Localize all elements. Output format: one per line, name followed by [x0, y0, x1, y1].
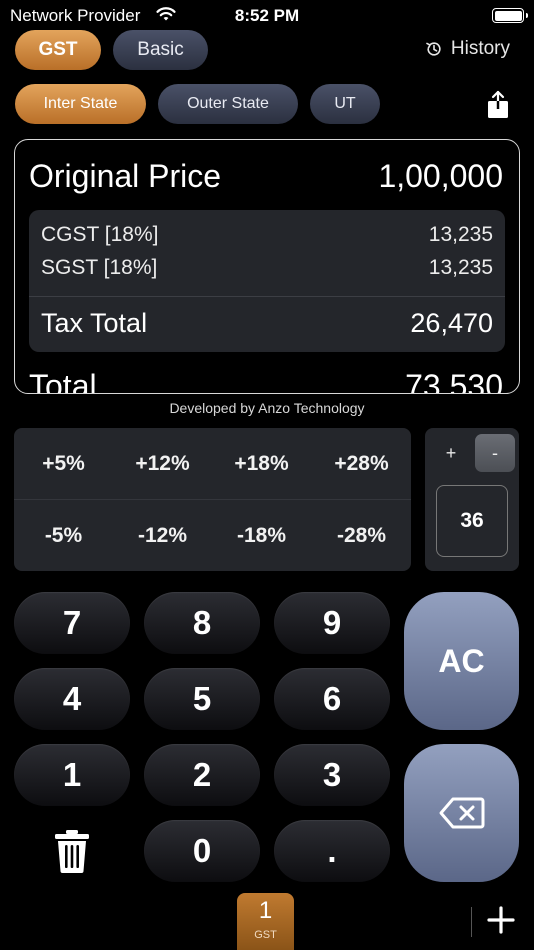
- cgst-value: 13,235: [428, 223, 493, 246]
- key-0[interactable]: 0: [144, 820, 260, 882]
- tax-total-value: 26,470: [410, 308, 493, 338]
- plus-icon[interactable]: [486, 905, 516, 935]
- battery-icon: [492, 8, 528, 23]
- key-9[interactable]: 9: [274, 592, 390, 654]
- total-value: 73,530: [405, 368, 503, 394]
- status-bar: Network Provider 8:52 PM: [0, 0, 534, 30]
- original-price-value: 1,00,000: [378, 158, 503, 194]
- history-button[interactable]: History: [425, 38, 510, 60]
- sgst-label: SGST [18%]: [41, 256, 158, 279]
- key-6[interactable]: 6: [274, 668, 390, 730]
- original-price-row: Original Price 1,00,000: [29, 158, 503, 195]
- backspace-button[interactable]: [404, 744, 519, 882]
- outer-state-button[interactable]: Outer State: [158, 84, 298, 124]
- add-5-percent-button[interactable]: +5%: [14, 428, 113, 499]
- sub-28-percent-button[interactable]: -28%: [312, 500, 411, 571]
- price-summary-panel: Original Price 1,00,000 CGST [18%] 13,23…: [14, 139, 520, 394]
- tab-number: 1: [258, 897, 273, 924]
- all-clear-button[interactable]: AC: [404, 592, 519, 730]
- tab-label: GST: [254, 929, 277, 941]
- trash-icon[interactable]: [54, 829, 90, 873]
- add-28-percent-button[interactable]: +28%: [312, 428, 411, 499]
- divider: [29, 296, 505, 297]
- share-icon[interactable]: [486, 90, 510, 120]
- tax-breakdown: CGST [18%] 13,235 SGST [18%] 13,235 Tax …: [29, 210, 505, 352]
- total-row: Total 73,530: [29, 368, 503, 394]
- original-price-label: Original Price: [29, 158, 222, 194]
- sgst-value: 13,235: [428, 256, 493, 279]
- tax-total-label: Tax Total: [41, 308, 148, 338]
- developer-credit: Developed by Anzo Technology: [169, 400, 365, 416]
- sub-18-percent-button[interactable]: -18%: [212, 500, 311, 571]
- gst-mode-button[interactable]: GST: [15, 30, 101, 70]
- total-label: Total: [29, 368, 97, 394]
- sgst-row: SGST [18%] 13,235: [41, 256, 493, 280]
- key-4[interactable]: 4: [14, 668, 130, 730]
- history-label: History: [450, 38, 510, 59]
- key-8[interactable]: 8: [144, 592, 260, 654]
- basic-mode-button[interactable]: Basic: [113, 30, 208, 70]
- calculator-tab[interactable]: 1 GST: [237, 893, 294, 950]
- key-1[interactable]: 1: [14, 744, 130, 806]
- backspace-icon: [439, 797, 484, 829]
- key-5[interactable]: 5: [144, 668, 260, 730]
- key-7[interactable]: 7: [14, 592, 130, 654]
- cgst-label: CGST [18%]: [41, 223, 159, 246]
- sub-5-percent-button[interactable]: -5%: [14, 500, 113, 571]
- custom-rate-panel: + - 36: [425, 428, 519, 571]
- add-12-percent-button[interactable]: +12%: [113, 428, 212, 499]
- sub-12-percent-button[interactable]: -12%: [113, 500, 212, 571]
- clock: 8:52 PM: [234, 6, 300, 25]
- custom-rate-plus-button[interactable]: +: [431, 434, 471, 472]
- inter-state-button[interactable]: Inter State: [15, 84, 146, 124]
- percent-grid: +5% +12% +18% +28% -5% -12% -18% -28%: [14, 428, 411, 571]
- divider: [471, 907, 472, 937]
- ut-button[interactable]: UT: [310, 84, 380, 124]
- key-3[interactable]: 3: [274, 744, 390, 806]
- key-2[interactable]: 2: [144, 744, 260, 806]
- custom-rate-value[interactable]: 36: [436, 485, 508, 557]
- cgst-row: CGST [18%] 13,235: [41, 223, 493, 247]
- custom-rate-minus-button[interactable]: -: [475, 434, 515, 472]
- add-18-percent-button[interactable]: +18%: [212, 428, 311, 499]
- tax-total-row: Tax Total 26,470: [41, 308, 493, 339]
- key-decimal[interactable]: .: [274, 820, 390, 882]
- history-icon: [426, 42, 441, 56]
